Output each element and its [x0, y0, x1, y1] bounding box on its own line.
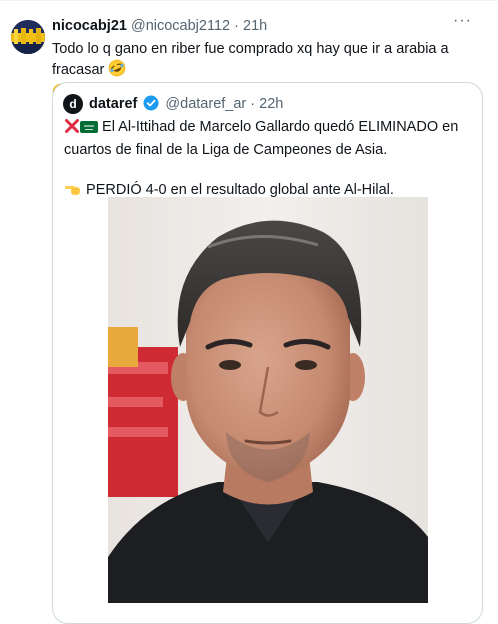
- quoted-tweet-text: El Al-Ittihad de Marcelo Gallardo quedó …: [64, 117, 474, 203]
- quoted-line-2-text: PERDIÓ 4-0 en el resultado global ante A…: [86, 182, 394, 198]
- quoted-line-1-text: El Al-Ittihad de Marcelo Gallardo quedó …: [64, 119, 459, 158]
- cross-mark-icon: [64, 118, 80, 140]
- author-name[interactable]: nicocabj21: [52, 18, 127, 34]
- quoted-tweet-time[interactable]: 22h: [259, 96, 283, 112]
- tweet-header: nicocabj21 @nicocabj2112 · 21h: [52, 18, 267, 34]
- quoted-author-handle[interactable]: @dataref_ar: [165, 96, 246, 112]
- dot-separator: ·: [250, 96, 256, 112]
- verified-badge-icon: [143, 95, 159, 115]
- pointing-hand-icon: [64, 181, 82, 203]
- top-divider: [0, 0, 498, 1]
- quoted-tweet-photo[interactable]: [108, 197, 428, 603]
- quoted-author-avatar[interactable]: d: [63, 94, 83, 114]
- tweet-time[interactable]: 21h: [243, 18, 267, 34]
- rolling-laughing-emoji-icon: [108, 59, 126, 83]
- quoted-tweet-header: dataref @dataref_ar · 22h: [89, 95, 283, 115]
- quoted-line-1: El Al-Ittihad de Marcelo Gallardo quedó …: [64, 117, 474, 160]
- saudi-arabia-flag-icon: [80, 120, 98, 140]
- quoted-author-name[interactable]: dataref: [89, 96, 137, 112]
- more-options-icon[interactable]: ···: [453, 12, 472, 30]
- dot-separator: ·: [234, 18, 239, 34]
- author-handle[interactable]: @nicocabj2112: [131, 18, 230, 34]
- quoted-tweet[interactable]: d dataref @dataref_ar · 22h El Al-Ittiha…: [52, 82, 483, 624]
- author-avatar[interactable]: [11, 20, 45, 54]
